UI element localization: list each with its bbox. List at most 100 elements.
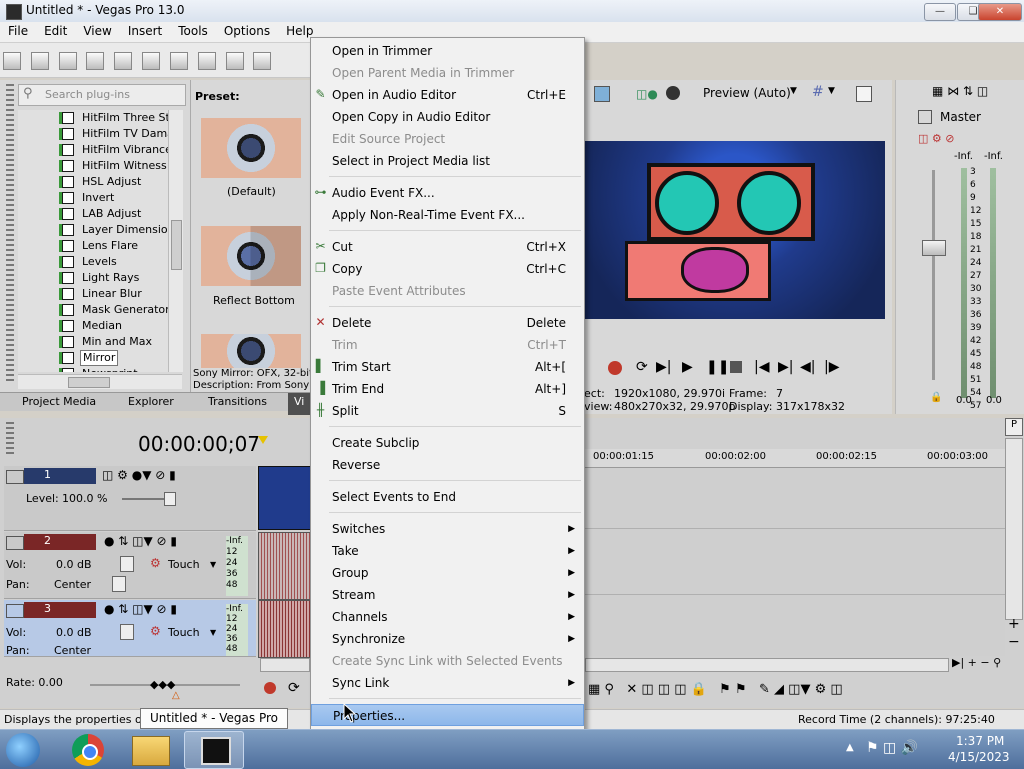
hscroll-thumb[interactable]	[68, 377, 110, 388]
menu-item-open-in-audio-editor[interactable]: ✎ Open in Audio Editor Ctrl+E	[311, 84, 584, 106]
video-frame[interactable]	[585, 141, 885, 319]
menu-item-synchronize[interactable]: Synchronize ▶	[311, 628, 584, 650]
plugin-list-item[interactable]: Linear Blur	[18, 286, 168, 302]
plugin-list-item[interactable]: HitFilm Witness Pr	[18, 158, 168, 174]
plugin-list-item[interactable]: HitFilm Vibrance	[18, 142, 168, 158]
level-slider-thumb[interactable]	[164, 492, 176, 506]
plugin-tree[interactable]: HitFilm Three Strip HitFilm TV Damage HitF…	[18, 110, 168, 372]
audio-event-clip-3[interactable]	[258, 600, 312, 658]
go-to-start-icon[interactable]: |◀	[754, 359, 769, 375]
menu-item-take[interactable]: Take ▶	[311, 540, 584, 562]
file-explorer-icon[interactable]	[132, 736, 170, 766]
tab-video-fx[interactable]: Vi	[288, 393, 311, 415]
lock-icon[interactable]: 🔒	[930, 392, 942, 403]
plugin-list-item[interactable]: HitFilm Three Strip	[18, 110, 168, 126]
menu-item-open-copy-in-audio-editor[interactable]: Open Copy in Audio Editor	[311, 106, 584, 128]
cut-icon[interactable]	[142, 52, 161, 70]
pan-slider-thumb[interactable]	[112, 576, 126, 592]
play-from-start-icon[interactable]: ▶|	[656, 359, 671, 375]
show-hidden-icons-icon[interactable]: ▲	[846, 742, 854, 753]
menu-item-reverse[interactable]: Reverse	[311, 454, 584, 476]
timeline-vscrollbar[interactable]	[1005, 438, 1023, 620]
clock-time[interactable]: 1:37 PM	[956, 734, 1004, 748]
save-icon[interactable]	[58, 52, 77, 70]
menu-help[interactable]: Help	[278, 22, 321, 38]
timeline-ruler[interactable]: 00:00:01:15 00:00:02:00 00:00:02:15 00:0…	[585, 449, 1005, 468]
redo-icon[interactable]	[253, 52, 272, 70]
render-icon[interactable]	[114, 52, 133, 70]
menu-item-select-events-to-end[interactable]: Select Events to End	[311, 486, 584, 508]
grid-chevron-down-icon[interactable]: ▼	[828, 86, 835, 96]
plugin-hscrollbar[interactable]	[18, 374, 182, 389]
new-icon[interactable]	[3, 52, 21, 70]
audio-event-clip-2[interactable]	[258, 532, 312, 600]
preview-quality-dropdown[interactable]: Preview (Auto)	[703, 86, 791, 100]
quality-chevron-down-icon[interactable]: ▼	[790, 86, 797, 96]
menu-item-create-subclip[interactable]: Create Subclip	[311, 432, 584, 454]
split-screen-icon[interactable]: ◫●	[636, 87, 658, 101]
menu-item-open-in-trimmer[interactable]: Open in Trimmer	[311, 40, 584, 62]
loop-icon[interactable]: ⟳	[288, 680, 300, 696]
mode-chevron-down-icon[interactable]: ▼	[210, 628, 216, 637]
menu-item-trim-start[interactable]: ▌ Trim Start Alt+[	[311, 356, 584, 378]
track-collapse-icon[interactable]	[6, 604, 24, 618]
menu-tools[interactable]: Tools	[170, 22, 216, 38]
vol-slider-thumb[interactable]	[120, 556, 134, 572]
preset-thumb-3[interactable]	[201, 334, 301, 368]
menu-insert[interactable]: Insert	[120, 22, 170, 38]
master-fader-track[interactable]	[932, 170, 935, 380]
plugin-list-item[interactable]: Min and Max	[18, 334, 168, 350]
plugin-vscrollbar[interactable]	[168, 110, 183, 372]
track1-icons[interactable]: ◫ ⚙ ●▼ ⊘ ▮	[102, 468, 176, 482]
timeline-grip[interactable]	[6, 422, 14, 456]
track3-icons[interactable]: ● ⇅ ◫▼ ⊘ ▮	[104, 602, 177, 616]
chrome-icon[interactable]	[72, 734, 104, 766]
plugin-list-item[interactable]: Median	[18, 318, 168, 334]
tab-transitions[interactable]: Transitions	[208, 395, 267, 408]
menu-item-group[interactable]: Group ▶	[311, 562, 584, 584]
menu-options[interactable]: Options	[216, 22, 278, 38]
minimize-button[interactable]: —	[924, 3, 956, 21]
search-plugins-field[interactable]: ⚲ Search plug-ins	[18, 84, 186, 106]
edit-tools-icons[interactable]: ▦ ⚲ ✕ ◫ ◫ ◫ 🔒 ⚑ ⚑ ✎ ◢ ◫▼ ⚙ ◫	[588, 682, 843, 697]
prev-frame-icon[interactable]: ◀|	[800, 359, 815, 375]
menu-item-split[interactable]: ╫ Split S	[311, 400, 584, 422]
plugin-list-item[interactable]: HitFilm TV Damage	[18, 126, 168, 142]
stop-icon[interactable]	[730, 361, 742, 373]
start-button-icon[interactable]	[6, 733, 40, 767]
record-icon[interactable]	[264, 682, 276, 694]
mode-chevron-down-icon[interactable]: ▼	[210, 560, 216, 569]
paste-icon[interactable]	[197, 52, 216, 70]
preset-thumb-default[interactable]	[201, 118, 301, 178]
track-collapse-icon[interactable]	[6, 470, 24, 484]
automation-icon[interactable]: ⚙	[150, 624, 161, 638]
menu-item-select-in-project-media-list[interactable]: Select in Project Media list	[311, 150, 584, 172]
menu-item-cut[interactable]: ✂ Cut Ctrl+X	[311, 236, 584, 258]
menu-item-switches[interactable]: Switches ▶	[311, 518, 584, 540]
overlay-icon[interactable]	[666, 86, 680, 100]
timeline-hscrollbar[interactable]	[585, 658, 949, 672]
track2-icons[interactable]: ● ⇅ ◫▼ ⊘ ▮	[104, 534, 177, 548]
grid-icon[interactable]: #	[812, 84, 824, 100]
go-to-end-icon[interactable]: ▶|	[778, 359, 793, 375]
zoom-in-icon[interactable]: +	[1008, 616, 1020, 632]
cursor-marker-icon[interactable]	[258, 436, 268, 444]
master-checkbox[interactable]	[918, 110, 932, 124]
preview-icon[interactable]	[594, 86, 610, 102]
plugin-list-item[interactable]: Mask Generator	[18, 302, 168, 318]
menu-file[interactable]: File	[0, 22, 36, 38]
timeline-hscrollbar-left[interactable]	[260, 658, 310, 672]
menu-edit[interactable]: Edit	[36, 22, 75, 38]
mixer-icons[interactable]: ▦ ⋈ ⇅ ◫	[932, 84, 988, 98]
timeline-menu-icon[interactable]: P	[1005, 418, 1023, 436]
plugin-list-item[interactable]: Newsprint	[18, 366, 168, 372]
copy-toolbar-icon[interactable]	[169, 52, 188, 70]
undo-icon[interactable]	[225, 52, 244, 70]
scroll-buttons[interactable]: ▶| + − ⚲	[952, 656, 1001, 669]
automation-mode[interactable]: Touch	[168, 558, 200, 571]
menu-item-stream[interactable]: Stream ▶	[311, 584, 584, 606]
plugin-list-item[interactable]: Layer Dimensional	[18, 222, 168, 238]
vegas-taskbar-button[interactable]	[184, 731, 244, 769]
plugin-list-item[interactable]: Mirror	[18, 350, 168, 366]
vol-slider-thumb[interactable]	[120, 624, 134, 640]
